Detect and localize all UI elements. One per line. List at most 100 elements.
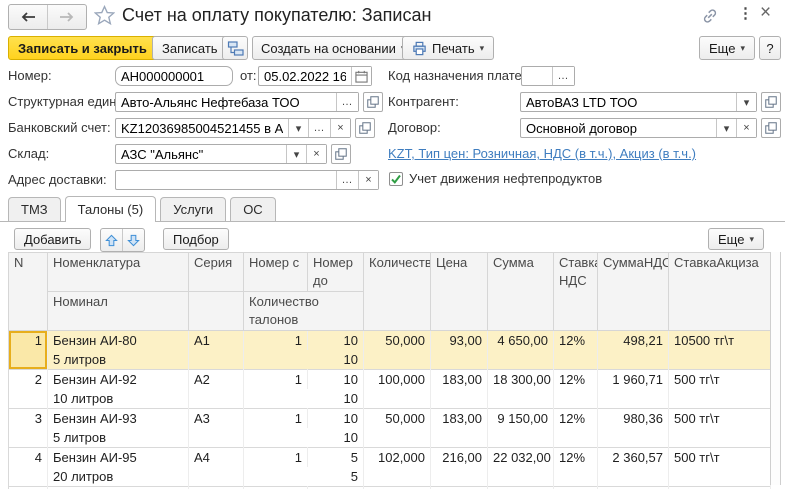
- open-structural-unit-button[interactable]: [363, 92, 383, 112]
- cell-number-to[interactable]: 5: [308, 448, 364, 468]
- number-input[interactable]: [116, 67, 232, 85]
- price-type-link[interactable]: KZT, Тип цен: Розничная, НДС (в т.ч.), А…: [388, 146, 696, 161]
- table-row[interactable]: 3Бензин АИ-93А311050,000183,009 150,0012…: [9, 409, 771, 429]
- based-on-structure-button[interactable]: [222, 36, 248, 60]
- print-button[interactable]: Печать ▾: [402, 36, 494, 60]
- tab-coupons[interactable]: Талоны (5): [65, 196, 157, 222]
- open-warehouse-button[interactable]: [331, 144, 351, 164]
- bank-account-input[interactable]: [116, 119, 288, 137]
- cell-nomenclature[interactable]: Бензин АИ-93: [48, 409, 189, 429]
- cell-quantity[interactable]: 102,000: [364, 448, 431, 487]
- cell-price[interactable]: 216,00: [431, 448, 488, 487]
- table-row[interactable]: 1Бензин АИ-80А111050,00093,004 650,0012%…: [9, 331, 771, 351]
- cell-series[interactable]: А3: [189, 409, 244, 448]
- save-and-close-button[interactable]: Записать и закрыть: [8, 36, 157, 60]
- cell-number-from[interactable]: 1: [244, 409, 308, 429]
- cell-nominal[interactable]: 5 литров: [48, 428, 189, 448]
- cell-sum[interactable]: 4 650,00: [488, 331, 554, 370]
- save-button[interactable]: Записать: [152, 36, 228, 60]
- open-contract-button[interactable]: [761, 118, 781, 138]
- delivery-address-input[interactable]: [116, 171, 336, 189]
- cell-series[interactable]: А4: [189, 448, 244, 487]
- cell-nominal[interactable]: 5 литров: [48, 350, 189, 370]
- cell-row-number[interactable]: 2: [9, 370, 48, 409]
- clear-icon[interactable]: ×: [736, 119, 756, 137]
- date-input[interactable]: [259, 67, 351, 85]
- cell-nomenclature[interactable]: Бензин АИ-80: [48, 331, 189, 351]
- cell-number-from[interactable]: 1: [244, 448, 308, 468]
- cell-coupons-count[interactable]: 10: [244, 350, 364, 370]
- pick-button[interactable]: Подбор: [163, 228, 229, 250]
- cell-number-to[interactable]: 10: [308, 409, 364, 429]
- select-ellipsis-icon[interactable]: …: [336, 171, 358, 189]
- cell-vat-rate[interactable]: 12%: [554, 331, 598, 370]
- cell-excise-rate[interactable]: 10500 тг\т: [669, 331, 771, 370]
- cell-sum[interactable]: 18 300,00: [488, 370, 554, 409]
- cell-coupons-count[interactable]: 10: [244, 389, 364, 409]
- clear-icon[interactable]: ×: [330, 119, 350, 137]
- cell-vat-rate[interactable]: 12%: [554, 370, 598, 409]
- cell-quantity[interactable]: 100,000: [364, 370, 431, 409]
- cell-sum[interactable]: 9 150,00: [488, 409, 554, 448]
- cell-sum[interactable]: 22 032,00: [488, 448, 554, 487]
- select-ellipsis-icon[interactable]: …: [308, 119, 330, 137]
- table-row[interactable]: 4Бензин АИ-95А415102,000216,0022 032,001…: [9, 448, 771, 468]
- table-row[interactable]: 2Бензин АИ-92А2110100,000183,0018 300,00…: [9, 370, 771, 390]
- copy-link-icon[interactable]: [701, 7, 719, 28]
- calendar-icon[interactable]: [351, 67, 371, 85]
- more-dots-icon[interactable]: ⋮: [738, 4, 753, 22]
- structural-unit-input[interactable]: [116, 93, 336, 111]
- cell-row-number[interactable]: 3: [9, 409, 48, 448]
- move-down-button[interactable]: [122, 229, 144, 251]
- cell-nominal[interactable]: 20 литров: [48, 467, 189, 487]
- cell-price[interactable]: 93,00: [431, 331, 488, 370]
- cell-coupons-count[interactable]: 5: [244, 467, 364, 487]
- open-counterparty-button[interactable]: [761, 92, 781, 112]
- forward-button[interactable]: [47, 5, 86, 29]
- warehouse-input[interactable]: [116, 145, 286, 163]
- back-button[interactable]: [9, 5, 47, 29]
- cell-series[interactable]: А2: [189, 370, 244, 409]
- cell-excise-rate[interactable]: 500 тг\т: [669, 370, 771, 409]
- chevron-down-icon[interactable]: ▾: [716, 119, 736, 137]
- table-scrollbar[interactable]: [770, 252, 781, 485]
- cell-vat-sum[interactable]: 1 960,71: [598, 370, 669, 409]
- cell-price[interactable]: 183,00: [431, 370, 488, 409]
- select-ellipsis-icon[interactable]: …: [552, 67, 574, 85]
- add-row-button[interactable]: Добавить: [14, 228, 91, 250]
- cell-vat-sum[interactable]: 2 360,57: [598, 448, 669, 487]
- help-button[interactable]: ?: [759, 36, 781, 60]
- cell-vat-rate[interactable]: 12%: [554, 448, 598, 487]
- cell-price[interactable]: 183,00: [431, 409, 488, 448]
- oil-products-checkbox[interactable]: [389, 172, 403, 186]
- payment-code-input[interactable]: [522, 67, 552, 85]
- chevron-down-icon[interactable]: ▾: [288, 119, 308, 137]
- cell-coupons-count[interactable]: 10: [244, 428, 364, 448]
- cell-quantity[interactable]: 50,000: [364, 331, 431, 370]
- cell-number-from[interactable]: 1: [244, 331, 308, 351]
- cell-row-number[interactable]: 4: [9, 448, 48, 487]
- create-based-on-button[interactable]: Создать на основании ▾: [252, 36, 414, 60]
- more-button-top[interactable]: Еще ▾: [699, 36, 755, 60]
- cell-vat-sum[interactable]: 498,21: [598, 331, 669, 370]
- contract-input[interactable]: [521, 119, 716, 137]
- more-button-table[interactable]: Еще ▾: [708, 228, 764, 250]
- tab-os[interactable]: ОС: [230, 197, 276, 221]
- cell-number-to[interactable]: 10: [308, 331, 364, 351]
- cell-nomenclature[interactable]: Бензин АИ-95: [48, 448, 189, 468]
- cell-excise-rate[interactable]: 500 тг\т: [669, 409, 771, 448]
- cell-vat-sum[interactable]: 980,36: [598, 409, 669, 448]
- cell-quantity[interactable]: 50,000: [364, 409, 431, 448]
- close-icon[interactable]: ×: [760, 2, 771, 24]
- cell-nominal[interactable]: 10 литров: [48, 389, 189, 409]
- tab-services[interactable]: Услуги: [160, 197, 226, 221]
- cell-excise-rate[interactable]: 500 тг\т: [669, 448, 771, 487]
- select-ellipsis-icon[interactable]: …: [336, 93, 358, 111]
- open-bank-account-button[interactable]: [355, 118, 375, 138]
- move-up-button[interactable]: [101, 229, 122, 251]
- cell-number-from[interactable]: 1: [244, 370, 308, 390]
- clear-icon[interactable]: ×: [306, 145, 326, 163]
- chevron-down-icon[interactable]: ▾: [286, 145, 306, 163]
- cell-series[interactable]: А1: [189, 331, 244, 370]
- clear-icon[interactable]: ×: [358, 171, 378, 189]
